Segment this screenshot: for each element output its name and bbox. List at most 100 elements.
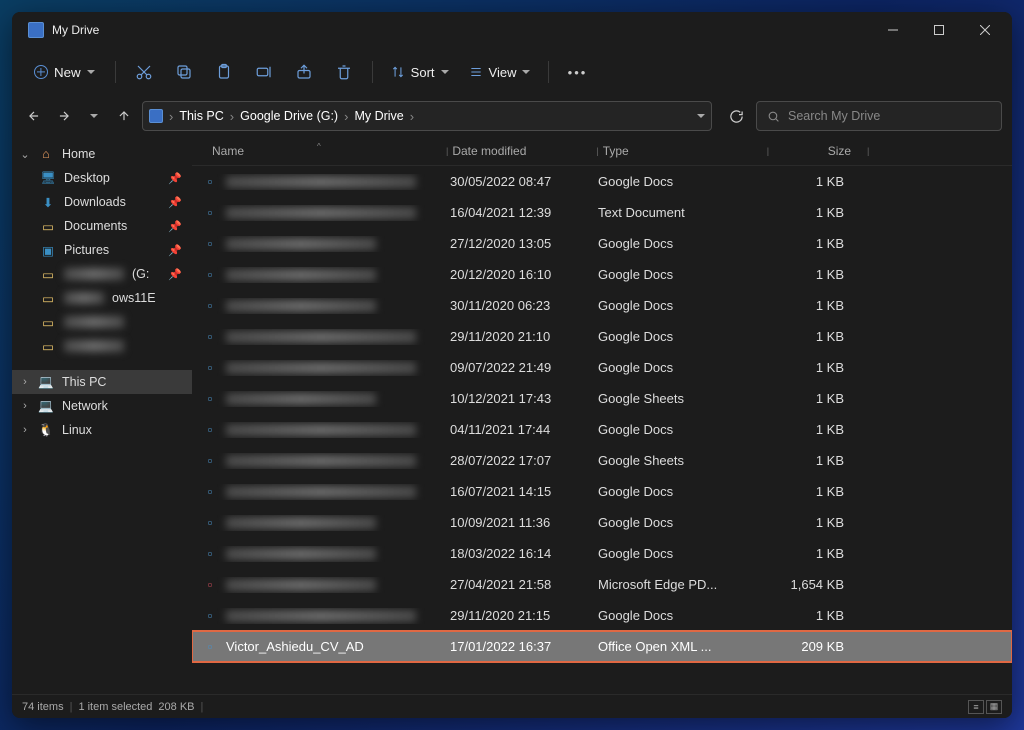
close-button[interactable]: [962, 14, 1008, 46]
file-size: 1 KB: [766, 515, 856, 530]
file-row[interactable]: ▫18/03/2022 16:14Google Docs1 KB: [192, 538, 1012, 569]
search-input[interactable]: [788, 109, 991, 123]
file-row[interactable]: ▫09/07/2022 21:49Google Docs1 KB: [192, 352, 1012, 383]
file-icon: ▫: [202, 484, 218, 500]
file-row[interactable]: ▫10/09/2021 11:36Google Docs1 KB: [192, 507, 1012, 538]
file-date: 16/04/2021 12:39: [450, 205, 590, 220]
breadcrumb-segment[interactable]: Google Drive (G:): [240, 109, 338, 123]
file-type: Text Document: [598, 205, 758, 220]
file-type: Office Open XML ...: [598, 639, 758, 654]
maximize-button[interactable]: [916, 14, 962, 46]
file-row[interactable]: ▫30/05/2022 08:47Google Docs1 KB: [192, 166, 1012, 197]
file-icon: ▫: [202, 608, 218, 624]
share-button[interactable]: [286, 56, 322, 88]
recent-button[interactable]: [82, 104, 106, 128]
file-date: 09/07/2022 21:49: [450, 360, 590, 375]
sidebar-item-network[interactable]: ›💻Network: [12, 394, 192, 418]
sidebar-item-blurred[interactable]: ▭ (G:📌: [12, 262, 192, 286]
status-bar: 74 items | 1 item selected 208 KB | ≡ ▦: [12, 694, 1012, 718]
sidebar: ⌄⌂Home 🖥Desktop📌 ⬇Downloads📌 ▭Documents📌…: [12, 136, 192, 694]
toolbar: New Sort View •••: [12, 48, 1012, 96]
window-title: My Drive: [52, 23, 99, 37]
delete-button[interactable]: [326, 56, 362, 88]
drive-icon: [28, 22, 44, 38]
file-icon: ▫: [202, 267, 218, 283]
file-size: 1 KB: [766, 267, 856, 282]
file-row[interactable]: ▫20/12/2020 16:10Google Docs1 KB: [192, 259, 1012, 290]
chevron-down-icon: [441, 70, 449, 74]
status-selected: 1 item selected: [78, 701, 152, 713]
breadcrumb-segment[interactable]: This PC: [179, 109, 223, 123]
file-row[interactable]: ▫16/07/2021 14:15Google Docs1 KB: [192, 476, 1012, 507]
search-box[interactable]: [756, 101, 1002, 131]
column-header-date[interactable]: Date modified: [452, 144, 592, 158]
icons-view-button[interactable]: ▦: [986, 700, 1002, 714]
file-type: Google Docs: [598, 546, 758, 561]
file-row[interactable]: ▫27/12/2020 13:05Google Docs1 KB: [192, 228, 1012, 259]
minimize-button[interactable]: [870, 14, 916, 46]
sort-icon: [391, 65, 405, 79]
refresh-button[interactable]: [722, 102, 750, 130]
file-size: 209 KB: [766, 639, 856, 654]
sidebar-item-desktop[interactable]: 🖥Desktop📌: [12, 166, 192, 190]
pin-icon: 📌: [168, 196, 182, 209]
file-type: Google Sheets: [598, 453, 758, 468]
file-row[interactable]: ▫16/04/2021 12:39Text Document1 KB: [192, 197, 1012, 228]
file-row[interactable]: ▫28/07/2022 17:07Google Sheets1 KB: [192, 445, 1012, 476]
status-size: 208 KB: [158, 701, 194, 713]
file-row[interactable]: ▫Victor_Ashiedu_CV_AD17/01/2022 16:37Off…: [192, 631, 1012, 662]
sidebar-item-home[interactable]: ⌄⌂Home: [12, 142, 192, 166]
new-button[interactable]: New: [24, 61, 105, 84]
sidebar-item-blurred[interactable]: ▭: [12, 310, 192, 334]
file-row[interactable]: ▫04/11/2021 17:44Google Docs1 KB: [192, 414, 1012, 445]
file-date: 16/07/2021 14:15: [450, 484, 590, 499]
back-button[interactable]: [22, 104, 46, 128]
file-type: Google Docs: [598, 484, 758, 499]
column-header-size[interactable]: Size: [773, 144, 863, 158]
new-label: New: [54, 65, 81, 80]
file-date: 29/11/2020 21:15: [450, 608, 590, 623]
file-icon: ▫: [202, 422, 218, 438]
plus-icon: [34, 65, 48, 79]
breadcrumb-segment[interactable]: My Drive: [354, 109, 403, 123]
file-size: 1 KB: [766, 298, 856, 313]
column-header-name[interactable]: Name^: [192, 144, 442, 158]
cut-button[interactable]: [126, 56, 162, 88]
sidebar-item-blurred[interactable]: ▭ows11E: [12, 286, 192, 310]
view-button[interactable]: View: [461, 61, 539, 84]
chevron-down-icon[interactable]: [697, 114, 705, 118]
forward-button[interactable]: [52, 104, 76, 128]
sidebar-item-documents[interactable]: ▭Documents📌: [12, 214, 192, 238]
copy-button[interactable]: [166, 56, 202, 88]
sidebar-item-this-pc[interactable]: ›💻This PC: [12, 370, 192, 394]
sidebar-item-pictures[interactable]: ▣Pictures📌: [12, 238, 192, 262]
column-header-type[interactable]: Type: [603, 144, 763, 158]
titlebar[interactable]: My Drive: [12, 12, 1012, 48]
file-size: 1 KB: [766, 391, 856, 406]
file-type: Google Docs: [598, 422, 758, 437]
sidebar-item-linux[interactable]: ›🐧Linux: [12, 418, 192, 442]
file-list[interactable]: ▫30/05/2022 08:47Google Docs1 KB ▫ 16/04/2…: [192, 166, 1012, 694]
pin-icon: 📌: [168, 220, 182, 233]
paste-button[interactable]: [206, 56, 242, 88]
column-headers[interactable]: Name^| Date modified| Type| Size|: [192, 136, 1012, 166]
file-icon: ▫: [202, 453, 218, 469]
file-icon: ▫: [202, 205, 218, 221]
file-row[interactable]: ▫29/11/2020 21:15Google Docs1 KB: [192, 600, 1012, 631]
sidebar-item-downloads[interactable]: ⬇Downloads📌: [12, 190, 192, 214]
file-row[interactable]: ▫29/11/2020 21:10Google Docs1 KB: [192, 321, 1012, 352]
file-row[interactable]: ▫27/04/2021 21:58Microsoft Edge PD...1,6…: [192, 569, 1012, 600]
sidebar-item-blurred[interactable]: ▭: [12, 334, 192, 358]
file-date: 10/12/2021 17:43: [450, 391, 590, 406]
details-view-button[interactable]: ≡: [968, 700, 984, 714]
file-row[interactable]: ▫10/12/2021 17:43Google Sheets1 KB: [192, 383, 1012, 414]
file-row[interactable]: ▫30/11/2020 06:23Google Docs1 KB: [192, 290, 1012, 321]
sort-button[interactable]: Sort: [383, 61, 457, 84]
more-button[interactable]: •••: [559, 56, 595, 88]
file-date: 28/07/2022 17:07: [450, 453, 590, 468]
address-bar[interactable]: › This PC › Google Drive (G:) › My Drive…: [142, 101, 712, 131]
pin-icon: 📌: [168, 244, 182, 257]
up-button[interactable]: [112, 104, 136, 128]
file-icon: ▫: [202, 639, 218, 655]
rename-button[interactable]: [246, 56, 282, 88]
